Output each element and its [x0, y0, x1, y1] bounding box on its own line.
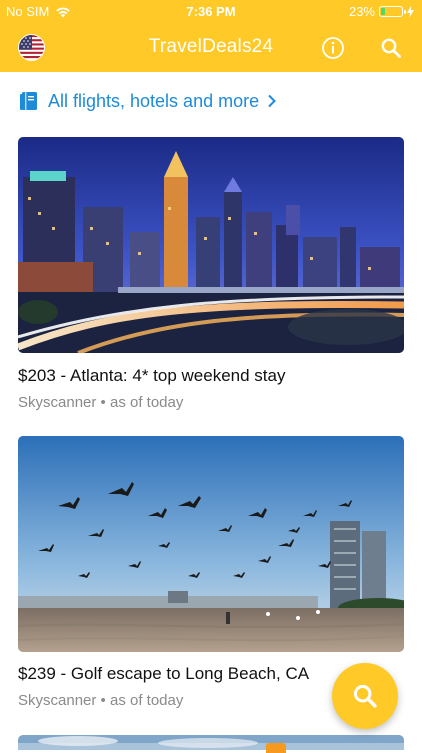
status-bar: No SIM 7:36 PM 23% — [0, 0, 422, 24]
charging-icon — [407, 5, 414, 18]
search-icon[interactable] — [379, 36, 403, 60]
book-icon — [20, 92, 37, 110]
battery-fill — [381, 8, 386, 15]
status-right: 23% — [349, 4, 414, 19]
deal-1-separator: • — [100, 394, 106, 411]
all-flights-label: All flights, hotels and more — [48, 90, 260, 111]
deal-1-image[interactable] — [18, 137, 404, 353]
app-bar: TravelDeals24 — [0, 24, 422, 72]
chevron-right-icon — [268, 94, 277, 108]
app-title: TravelDeals24 — [148, 36, 274, 57]
floating-search-button[interactable] — [332, 663, 398, 729]
deal-2-meta: Skyscanner • as of today — [18, 692, 183, 709]
deal-2-separator: • — [100, 692, 106, 709]
deal-2-when: as of today — [109, 692, 184, 709]
deal-2-source: Skyscanner — [18, 692, 97, 709]
deal-3-image[interactable] — [18, 735, 404, 750]
deal-3-badge — [266, 743, 286, 753]
search-icon — [353, 684, 377, 708]
deal-2-title[interactable]: $239 - Golf escape to Long Beach, CA — [18, 664, 309, 684]
info-icon[interactable] — [321, 36, 345, 60]
battery-icon — [379, 6, 406, 17]
deal-1-when: as of today — [109, 394, 184, 411]
deal-1-meta: Skyscanner • as of today — [18, 394, 183, 411]
deal-1-title[interactable]: $203 - Atlanta: 4* top weekend stay — [18, 366, 285, 386]
all-flights-link[interactable]: All flights, hotels and more — [18, 90, 277, 112]
battery-percent: 23% — [348, 4, 375, 19]
deal-2-image[interactable] — [18, 436, 404, 652]
deal-1-source: Skyscanner — [18, 394, 97, 411]
